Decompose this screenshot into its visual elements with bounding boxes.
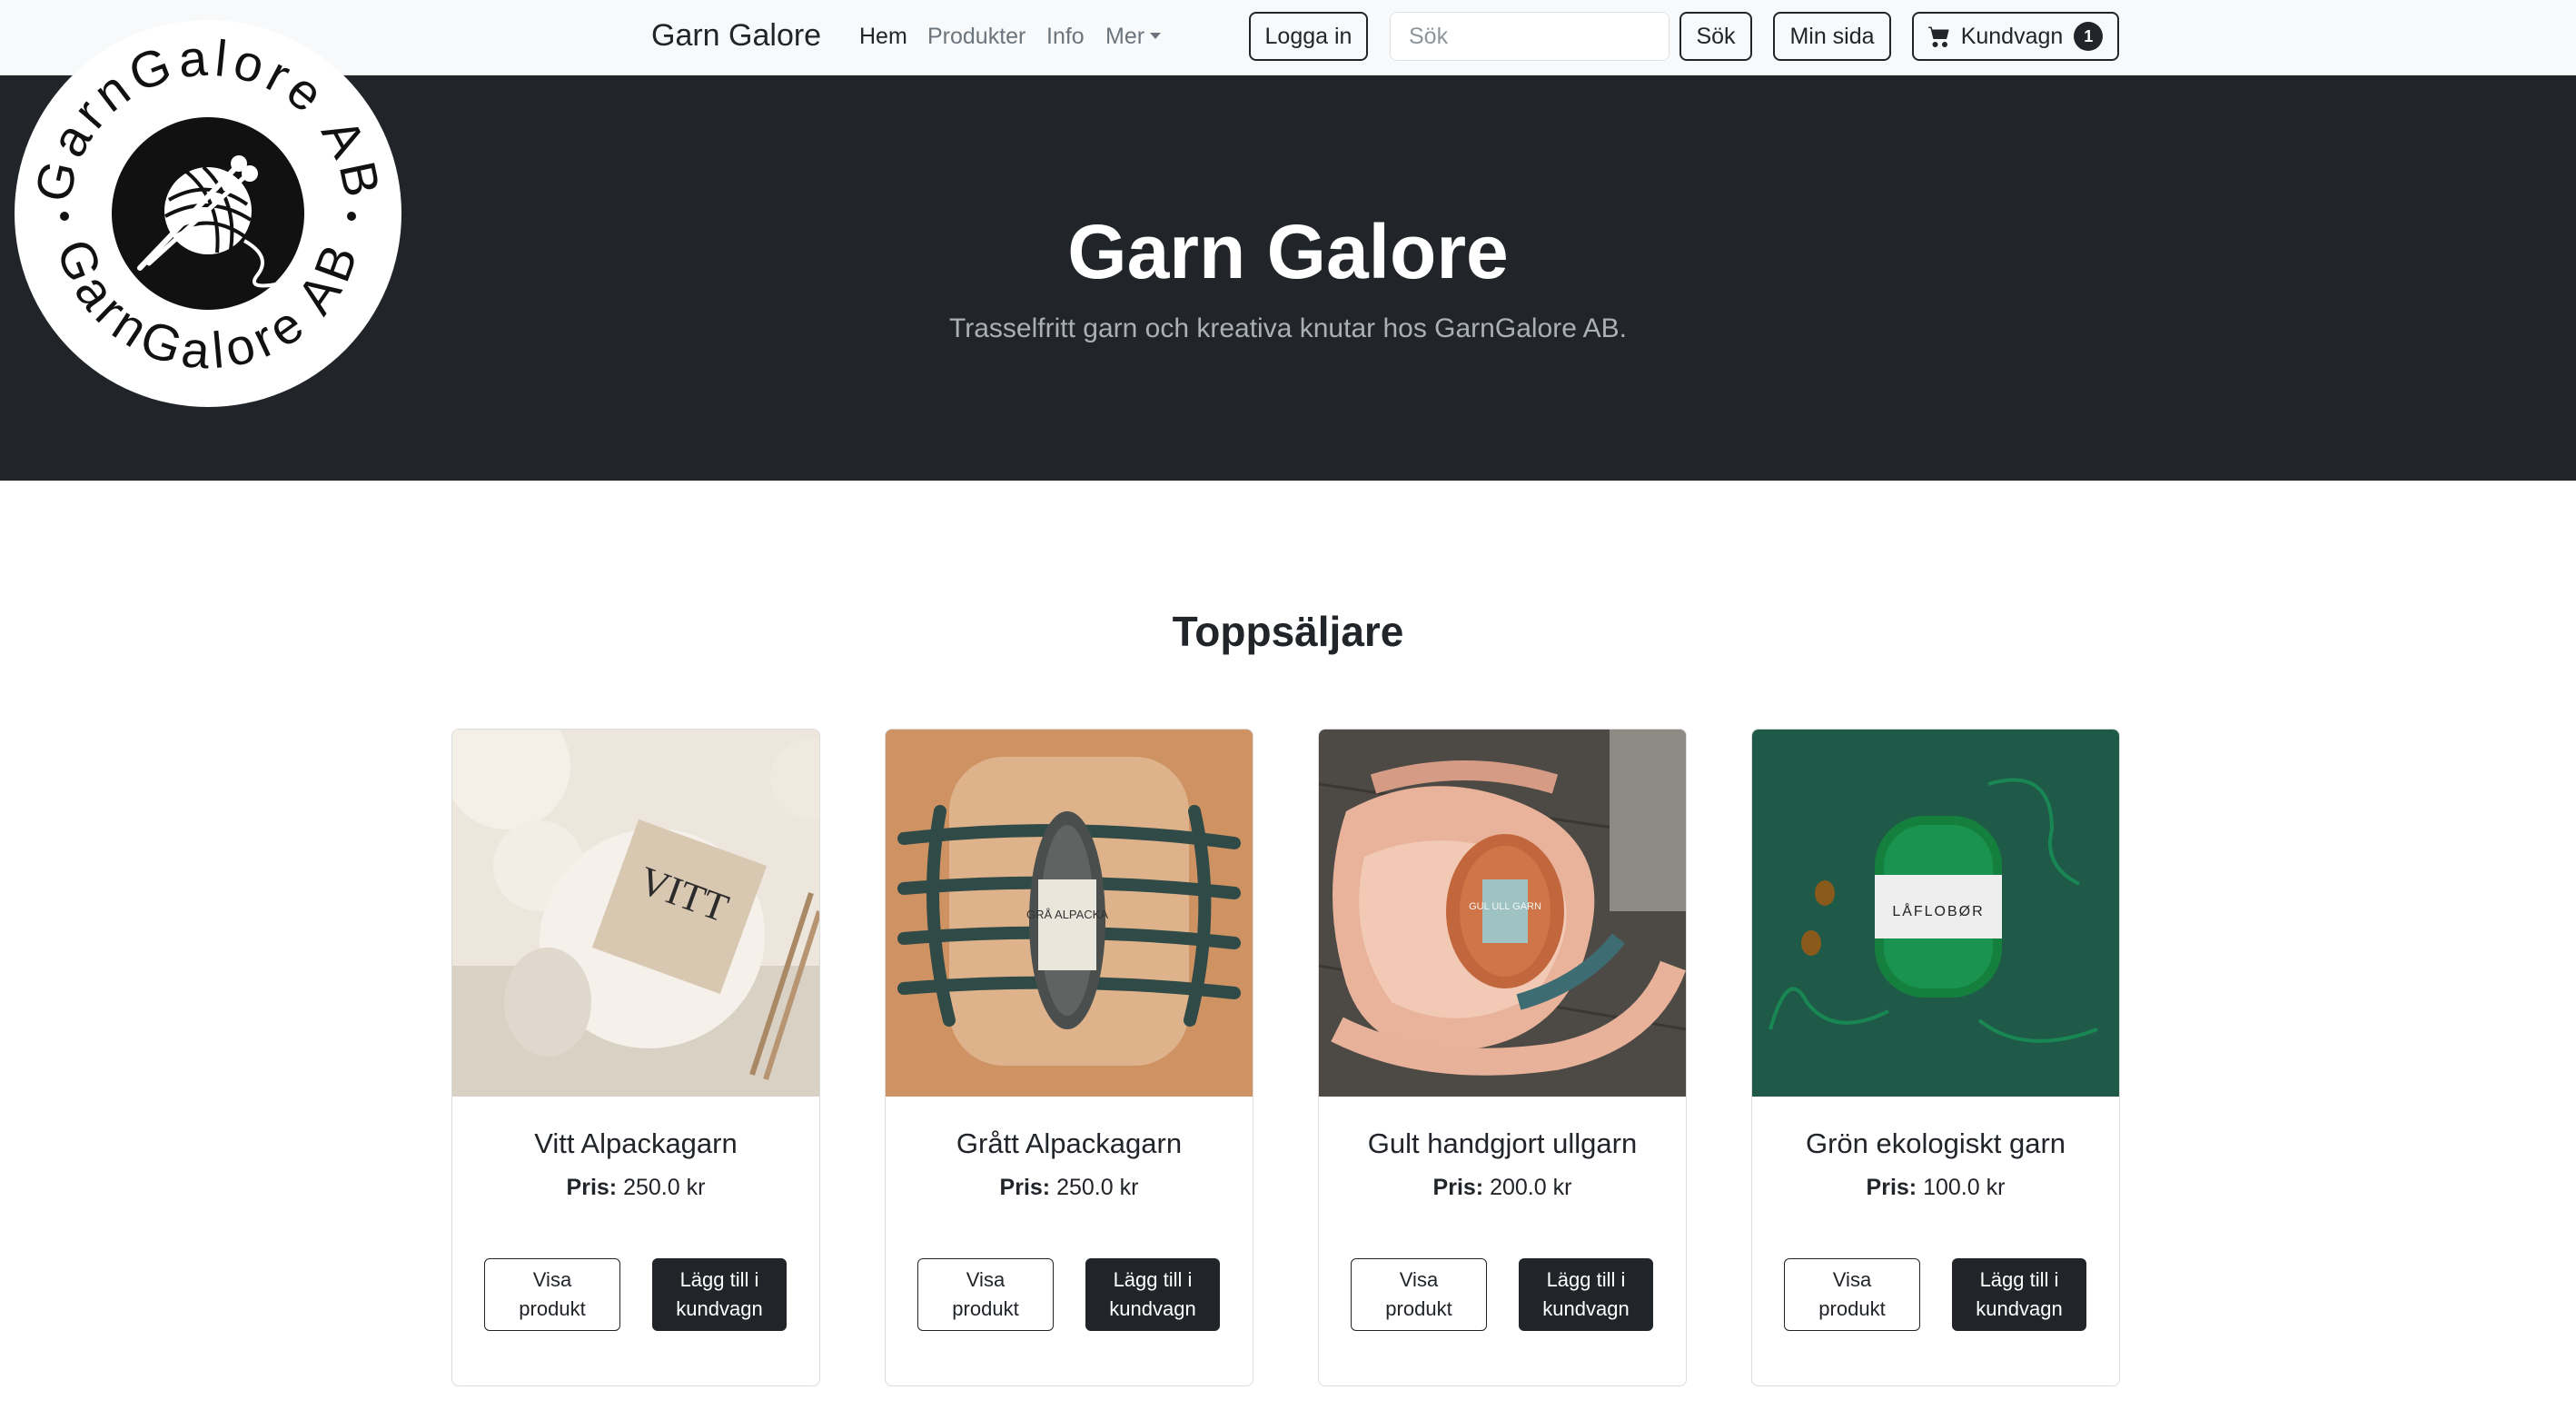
add-to-cart-button[interactable]: Lägg till i kundvagn xyxy=(1085,1258,1220,1331)
handmade-wool-yarn-image[interactable]: GUL ULL GARN xyxy=(1319,730,1686,1097)
price-value: 250.0 kr xyxy=(623,1175,706,1200)
product-name: Vitt Alpackagarn xyxy=(534,1127,738,1159)
yarn-label-text: LÅFLOBØR xyxy=(1892,902,1984,919)
cart-button[interactable]: Kundvagn 1 xyxy=(1912,12,2119,61)
section-title-top-sellers: Toppsäljare xyxy=(1172,608,1404,655)
caret-down-icon xyxy=(1150,33,1162,39)
product-name: Gult handgjort ullgarn xyxy=(1367,1127,1638,1159)
navbar-brand[interactable]: Garn Galore xyxy=(651,18,821,54)
search-button[interactable]: Sök xyxy=(1679,12,1752,61)
view-product-button[interactable]: Visa produkt xyxy=(917,1258,1054,1331)
add-to-cart-button[interactable]: Lägg till i kundvagn xyxy=(1952,1258,2086,1331)
nav-link-home[interactable]: Hem xyxy=(859,24,907,50)
product-card-gray-alpaca: GRÅ ALPACKA Grått Alpackagarn Pris: 250.… xyxy=(885,729,1253,1386)
cart-icon xyxy=(1927,26,1949,47)
product-name: Grått Alpackagarn xyxy=(956,1127,1183,1159)
white-alpaca-yarn-image[interactable]: VITT xyxy=(452,730,819,1097)
login-button[interactable]: Logga in xyxy=(1249,12,1368,61)
product-name: Grön ekologiskt garn xyxy=(1805,1127,2066,1159)
product-price: Pris: 200.0 kr xyxy=(1319,1175,1686,1201)
view-product-button[interactable]: Visa produkt xyxy=(1351,1258,1487,1331)
price-value: 250.0 kr xyxy=(1056,1175,1139,1200)
price-value: 200.0 kr xyxy=(1490,1175,1572,1200)
product-price: Pris: 250.0 kr xyxy=(452,1175,819,1201)
nav-link-products[interactable]: Produkter xyxy=(927,24,1025,50)
gray-alpaca-yarn-image[interactable]: GRÅ ALPACKA xyxy=(886,730,1253,1097)
account-button[interactable]: Min sida xyxy=(1773,12,1891,61)
price-label: Pris: xyxy=(999,1175,1051,1200)
cart-label: Kundvagn xyxy=(1960,23,2064,49)
product-card-handmade-wool: GUL ULL GARN Gult handgjort ullgarn Pris… xyxy=(1318,729,1687,1386)
logo-dot-right xyxy=(347,212,356,221)
product-price: Pris: 250.0 kr xyxy=(886,1175,1253,1201)
green-organic-yarn-image[interactable]: LÅFLOBØR xyxy=(1752,730,2119,1097)
yarn-label-text: GUL ULL GARN xyxy=(1469,901,1541,912)
nav-link-info[interactable]: Info xyxy=(1046,24,1085,50)
product-card-green-organic: LÅFLOBØR Grön ekologiskt garn Pris: 100.… xyxy=(1751,729,2120,1386)
price-label: Pris: xyxy=(566,1175,618,1200)
price-label: Pris: xyxy=(1866,1175,1917,1200)
add-to-cart-button[interactable]: Lägg till i kundvagn xyxy=(652,1258,787,1331)
garngalore-logo[interactable]: GarnGalore AB GarnGalore AB xyxy=(13,18,403,409)
product-price: Pris: 100.0 kr xyxy=(1752,1175,2119,1201)
yarn-label-text: GRÅ ALPACKA xyxy=(1026,908,1108,921)
add-to-cart-button[interactable]: Lägg till i kundvagn xyxy=(1519,1258,1653,1331)
nav-dropdown-more-label: Mer xyxy=(1105,24,1145,49)
logo-dot-left xyxy=(60,212,69,221)
nav-dropdown-more[interactable]: Mer xyxy=(1105,24,1162,50)
yarn-ball-with-needles-icon xyxy=(112,117,304,310)
product-card-white-alpaca: VITT Vitt Alpackagarn Pris: 250.0 kr Vis… xyxy=(451,729,820,1386)
view-product-button[interactable]: Visa produkt xyxy=(484,1258,620,1331)
price-label: Pris: xyxy=(1432,1175,1484,1200)
cart-count-badge: 1 xyxy=(2074,22,2104,51)
view-product-button[interactable]: Visa produkt xyxy=(1784,1258,1920,1331)
price-value: 100.0 kr xyxy=(1923,1175,2006,1200)
search-input[interactable] xyxy=(1390,12,1669,61)
